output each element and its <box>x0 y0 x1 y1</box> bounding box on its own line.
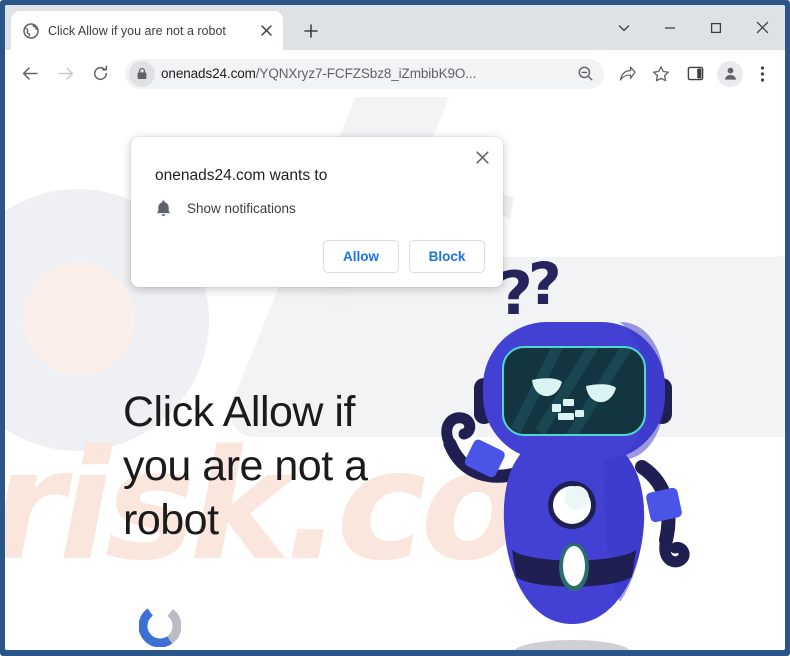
tab-strip: Click Allow if you are not a robot <box>5 5 785 50</box>
arrow-right-icon <box>50 59 80 89</box>
close-icon[interactable] <box>257 22 275 40</box>
side-panel-icon[interactable] <box>680 59 710 89</box>
maximize-icon[interactable] <box>693 5 739 50</box>
dialog-actions: Allow Block <box>323 240 485 273</box>
notification-permission-dialog: onenads24.com wants to Show notification… <box>131 137 503 287</box>
chevron-down-icon[interactable] <box>601 5 647 50</box>
browser-tab[interactable]: Click Allow if you are not a robot <box>11 11 283 50</box>
background-circle-peach <box>23 263 135 375</box>
close-icon[interactable] <box>469 144 495 170</box>
c-ring-icon <box>138 604 182 648</box>
url-text: onenads24.com/YQNXryz7-FCFZSbz8_iZmbibK9… <box>155 66 572 81</box>
browser-window-frame: Click Allow if you are not a robot onena… <box>0 0 790 656</box>
question-marks-icon: ? ? <box>498 252 562 329</box>
browser-window: Click Allow if you are not a robot onena… <box>5 5 785 650</box>
robot-right-arm <box>635 460 690 568</box>
zoom-out-icon[interactable] <box>572 61 598 87</box>
close-icon[interactable] <box>739 5 785 50</box>
window-controls <box>601 5 785 50</box>
robot-illustration: ? ? <box>441 252 690 650</box>
address-bar[interactable]: onenads24.com/YQNXryz7-FCFZSbz8_iZmbibK9… <box>125 58 604 89</box>
captcha-logo: E-CAPTCHA <box>129 604 191 650</box>
url-host: onenads24.com <box>161 66 256 81</box>
globe-icon <box>23 22 39 39</box>
profile-avatar-icon[interactable] <box>717 60 743 87</box>
page-viewport: pc risk.co Click Allow if you are not a … <box>5 97 785 650</box>
browser-toolbar: onenads24.com/YQNXryz7-FCFZSbz8_iZmbibK9… <box>5 50 785 97</box>
svg-text:?: ? <box>528 252 562 318</box>
page-title: Click Allow if you are not a robot <box>123 388 368 544</box>
minimize-icon[interactable] <box>647 5 693 50</box>
url-path: /YQNXryz7-FCFZSbz8_iZmbibK9O... <box>255 66 477 81</box>
robot-shadow <box>514 640 630 650</box>
star-icon[interactable] <box>646 59 676 89</box>
lock-icon[interactable] <box>129 60 155 87</box>
allow-button[interactable]: Allow <box>323 240 399 273</box>
dialog-title: onenads24.com wants to <box>155 167 328 184</box>
bell-icon <box>155 199 172 218</box>
arrow-left-icon[interactable] <box>15 59 45 89</box>
permission-row: Show notifications <box>155 199 296 218</box>
new-tab-button[interactable] <box>297 17 325 45</box>
permission-label: Show notifications <box>187 201 296 216</box>
reload-icon[interactable] <box>85 59 115 89</box>
block-button[interactable]: Block <box>409 240 485 273</box>
three-dot-menu-icon[interactable] <box>747 59 777 89</box>
tab-title: Click Allow if you are not a robot <box>48 23 226 38</box>
share-icon[interactable] <box>612 59 642 89</box>
